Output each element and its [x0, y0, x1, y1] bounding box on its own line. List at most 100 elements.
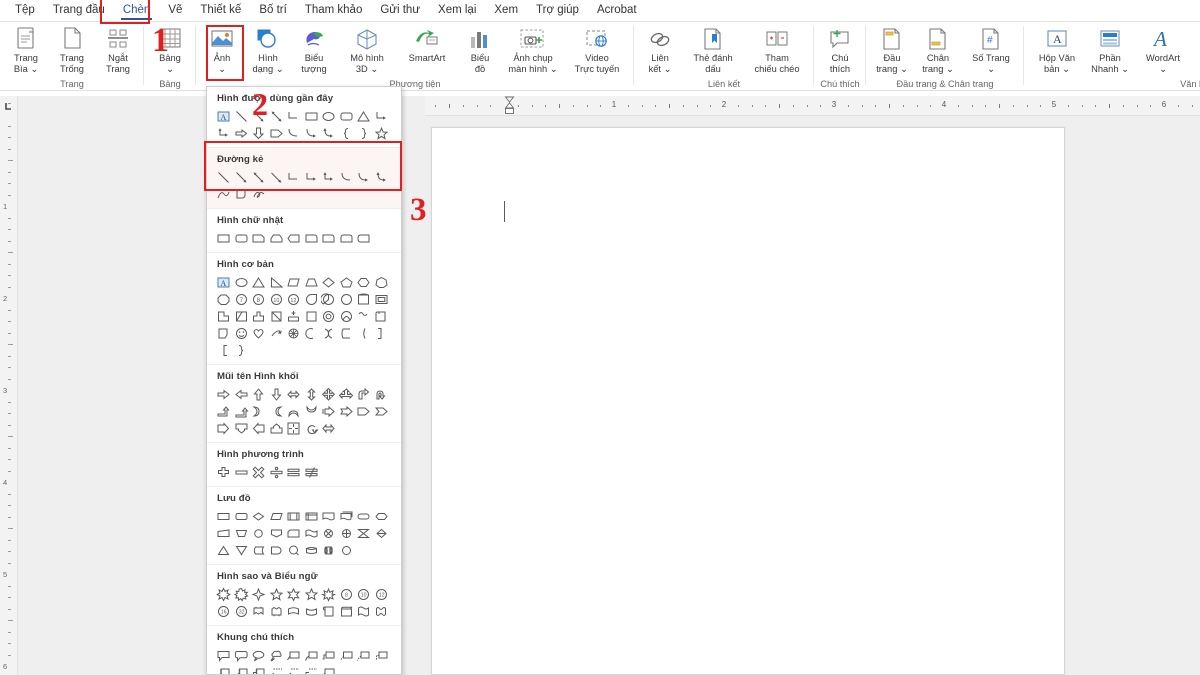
shape-star-5[interactable]	[268, 586, 286, 603]
shape-freeform-scribble[interactable]	[250, 186, 268, 203]
shape-line-callout-2-border[interactable]	[355, 647, 373, 664]
shape-quad-arrow-callout[interactable]	[285, 420, 303, 437]
shape-left-right-up-arrow[interactable]	[338, 386, 356, 403]
shape-snip-and-round-corner[interactable]	[303, 230, 321, 247]
shape-rectangle[interactable]	[215, 230, 233, 247]
shape-heptagon[interactable]	[373, 274, 391, 291]
shape-pentagon-arrow[interactable]	[355, 403, 373, 420]
shape-block-arrow-right[interactable]	[233, 125, 251, 142]
shape-left-bracket[interactable]	[320, 325, 338, 342]
shape-down-ribbon[interactable]	[268, 603, 286, 620]
shape-star-32[interactable]: 32	[233, 603, 251, 620]
shape-explosion-2[interactable]	[233, 586, 251, 603]
shape-rectangular-callout[interactable]	[215, 647, 233, 664]
shape-line-callout-1[interactable]	[285, 647, 303, 664]
shape-curved-up-ribbon[interactable]	[285, 603, 303, 620]
shape-curved-down-ribbon[interactable]	[303, 603, 321, 620]
shape-pentagon[interactable]	[338, 274, 356, 291]
shape-star-10[interactable]: 8	[338, 586, 356, 603]
ribbon-button-comment[interactable]: Chú thích	[817, 24, 863, 74]
shape-terminator[interactable]	[355, 508, 373, 525]
shape-alternate-process[interactable]	[233, 508, 251, 525]
shape-notched-right-arrow[interactable]	[338, 403, 356, 420]
shape-textbox[interactable]: A	[215, 108, 233, 125]
ribbon-button-quick-parts[interactable]: Phần Nhanh ⌄	[1087, 24, 1133, 74]
shape-star-5[interactable]	[373, 125, 391, 142]
tab-thiết-kế[interactable]: Thiết kế	[191, 0, 250, 21]
shape-line-callout-3-border[interactable]	[373, 647, 391, 664]
shape-donut[interactable]	[303, 308, 321, 325]
shape-triangle[interactable]	[355, 108, 373, 125]
ribbon-button-pictures[interactable]: Ảnh ⌄	[199, 24, 245, 74]
shape-display[interactable]	[338, 542, 356, 559]
shape-striped-right-arrow[interactable]	[320, 403, 338, 420]
tab-trang-đầu[interactable]: Trang đầu	[44, 0, 114, 21]
shape-pie[interactable]: 10	[268, 291, 286, 308]
shape-connector[interactable]	[250, 525, 268, 542]
shape-predefined-process[interactable]	[285, 508, 303, 525]
shape-star-12[interactable]: 10	[355, 586, 373, 603]
shape-elbow-connector[interactable]	[285, 169, 303, 186]
shape-sort[interactable]	[373, 525, 391, 542]
shape-curved-down-arrow[interactable]	[303, 403, 321, 420]
shape-moon[interactable]	[268, 325, 286, 342]
shape-curved-left-arrow[interactable]	[268, 403, 286, 420]
shape-minus[interactable]	[233, 464, 251, 481]
ribbon-button-wordart[interactable]: AWordArt ⌄	[1133, 24, 1193, 74]
ribbon-button-header[interactable]: Đầu trang ⌄	[869, 24, 915, 74]
shape-round-single-corner[interactable]	[320, 230, 338, 247]
shape-can[interactable]	[250, 308, 268, 325]
shape-line-double-arrow[interactable]	[250, 169, 268, 186]
shape-snip-diagonal-corner[interactable]	[285, 230, 303, 247]
shape-sequential-access-storage[interactable]	[285, 542, 303, 559]
shape-multiply[interactable]	[250, 464, 268, 481]
shape-chord[interactable]: 12	[285, 291, 303, 308]
tab-trợ-giúp[interactable]: Trợ giúp	[527, 0, 588, 21]
shape-curved-up-arrow[interactable]	[285, 403, 303, 420]
shape-diamond[interactable]	[320, 274, 338, 291]
ribbon-button-screenshot[interactable]: Ảnh chụp màn hình ⌄	[503, 24, 563, 74]
shape-octagon[interactable]	[215, 291, 233, 308]
shape-curve-1[interactable]	[285, 125, 303, 142]
shape-off-page-connector[interactable]	[268, 525, 286, 542]
shape-preparation[interactable]	[373, 508, 391, 525]
shape-hexagon[interactable]	[355, 274, 373, 291]
shape-elbow-arrow-1[interactable]	[373, 108, 391, 125]
shape-line-callout-3-no-border[interactable]	[303, 664, 321, 675]
shape-line[interactable]	[233, 108, 251, 125]
shape-rounded-rectangle[interactable]	[233, 230, 251, 247]
shape-merge[interactable]	[233, 542, 251, 559]
shape-right-brace[interactable]	[373, 325, 391, 342]
tab-stop-selector[interactable]	[3, 99, 14, 110]
shape-magnetic-disk[interactable]	[303, 542, 321, 559]
shape-left-brace[interactable]	[338, 325, 356, 342]
shape-summing-junction[interactable]	[320, 525, 338, 542]
shape-right-bracket[interactable]	[355, 325, 373, 342]
shape-heart[interactable]	[215, 325, 233, 342]
shape-oval[interactable]	[320, 108, 338, 125]
shape-star-4[interactable]	[250, 586, 268, 603]
shape-manual-operation[interactable]	[233, 525, 251, 542]
shape-folded-corner[interactable]	[355, 308, 373, 325]
shape-brace-left[interactable]	[338, 125, 356, 142]
shape-rectangle[interactable]	[303, 108, 321, 125]
shape-arrow-up-down[interactable]	[303, 386, 321, 403]
shape-arrow-left-right[interactable]	[285, 386, 303, 403]
shape-line[interactable]	[215, 169, 233, 186]
shape-up-arrow-callout[interactable]	[268, 420, 286, 437]
shape-arrow-left[interactable]	[233, 386, 251, 403]
shape-curve-2[interactable]	[303, 125, 321, 142]
shape-double-brace[interactable]	[233, 342, 251, 359]
shape-curve[interactable]	[215, 186, 233, 203]
tab-bố-trí[interactable]: Bố trí	[250, 0, 295, 21]
tab-chèn[interactable]: Chèn	[114, 0, 160, 21]
shape-line-callout-2-accent[interactable]	[233, 664, 251, 675]
ribbon-button-cross-reference[interactable]: Tham chiếu chéo	[743, 24, 811, 74]
shape-parallelogram[interactable]	[285, 274, 303, 291]
shape-internal-storage[interactable]	[303, 508, 321, 525]
ribbon-button-cover-page[interactable]: Trang Bìa ⌄	[3, 24, 49, 74]
shape-pentagon-arrow[interactable]	[268, 125, 286, 142]
shape-arrow-right[interactable]	[215, 386, 233, 403]
shape-rounded-rectangular-callout[interactable]	[233, 647, 251, 664]
shape-plaque[interactable]	[233, 308, 251, 325]
